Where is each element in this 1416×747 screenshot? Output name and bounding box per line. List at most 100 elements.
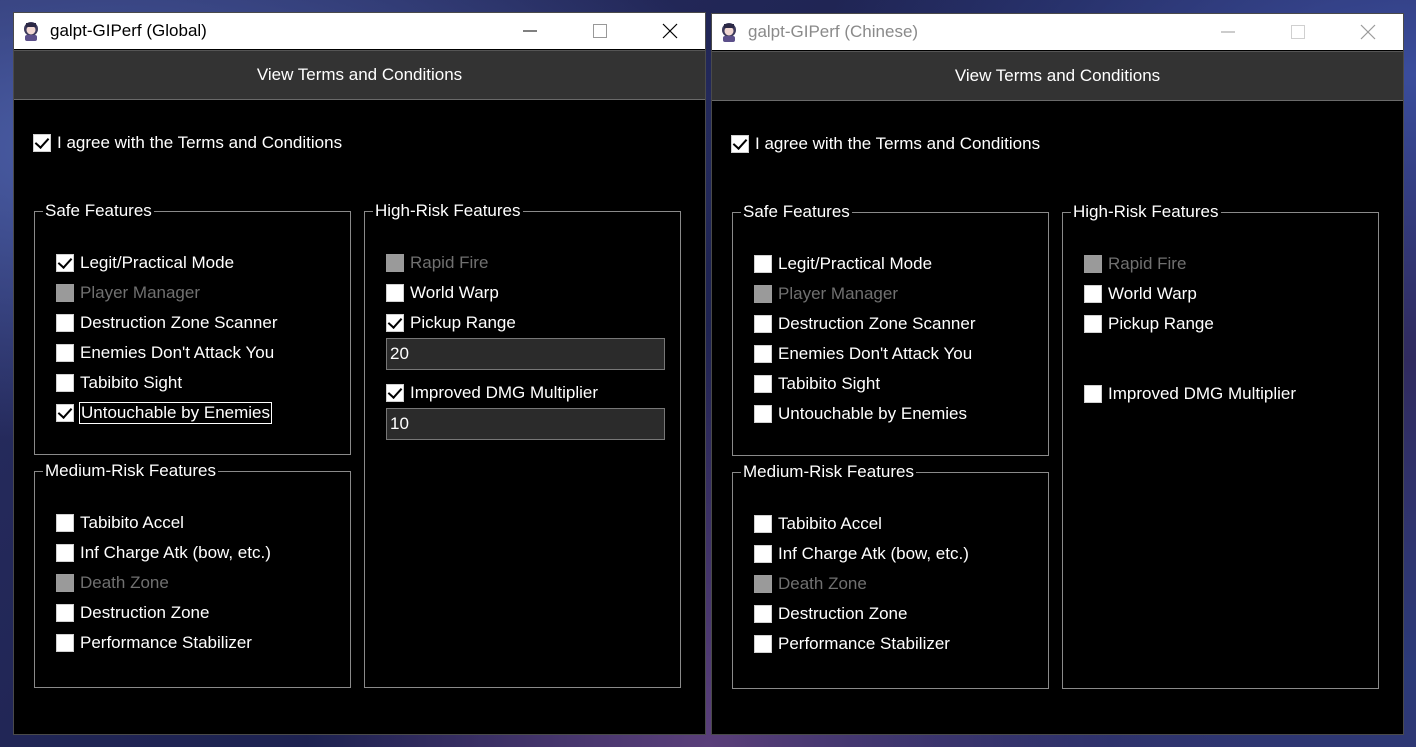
checkbox-box[interactable] [1084,385,1102,403]
checkbox-box[interactable] [56,604,74,622]
checkbox-label: World Warp [410,283,499,302]
untouchable-by-enemies-checkbox[interactable]: Untouchable by Enemies [56,402,273,424]
performance-stabilizer-checkbox[interactable]: Performance Stabilizer [754,633,950,655]
checkbox-box [1084,255,1102,273]
checkbox-box[interactable] [1084,285,1102,303]
checkbox-box[interactable] [56,314,74,332]
tabibito-sight-checkbox[interactable]: Tabibito Sight [754,373,880,395]
checkbox-label: Rapid Fire [1108,254,1187,273]
dmg-multiplier-input[interactable]: 10 [386,408,665,440]
tabibito-accel-checkbox[interactable]: Tabibito Accel [754,513,882,535]
checkbox-label: Performance Stabilizer [80,633,252,652]
view-terms-button[interactable]: View Terms and Conditions [14,50,705,100]
checkbox-label: Performance Stabilizer [778,634,950,653]
inf-charge-atk-checkbox[interactable]: Inf Charge Atk (bow, etc.) [56,542,271,564]
medium-risk-features-group: Medium-Risk Features Tabibito Accel Inf … [34,461,351,688]
checkbox-box[interactable] [754,405,772,423]
agree-terms-label: I agree with the Terms and Conditions [57,133,343,152]
window-title: galpt-GIPerf (Global) [50,21,207,40]
checkbox-box[interactable] [754,345,772,363]
medium-risk-features-title: Medium-Risk Features [43,461,218,481]
agree-terms-checkbox[interactable]: I agree with the Terms and Conditions [731,134,1040,154]
pickup-range-checkbox[interactable]: Pickup Range [386,312,516,334]
checkbox-box[interactable] [386,384,404,402]
checkbox-label: Enemies Don't Attack You [80,343,275,362]
close-button[interactable] [1333,14,1403,50]
checkbox-box[interactable] [754,545,772,563]
window-title: galpt-GIPerf (Chinese) [748,22,919,41]
pickup-range-checkbox[interactable]: Pickup Range [1084,313,1214,335]
checkbox-box[interactable] [754,605,772,623]
high-risk-features-title: High-Risk Features [373,201,523,221]
improved-dmg-multiplier-checkbox[interactable]: Improved DMG Multiplier [386,382,598,404]
checkbox-box[interactable] [386,314,404,332]
checkbox-label: Pickup Range [1108,314,1214,333]
checkbox-label: Player Manager [80,283,201,302]
checkbox-box[interactable] [56,544,74,562]
enemies-dont-attack-checkbox[interactable]: Enemies Don't Attack You [754,343,972,365]
view-terms-button[interactable]: View Terms and Conditions [712,51,1403,101]
agree-terms-box[interactable] [33,134,51,152]
checkbox-label: Inf Charge Atk (bow, etc.) [80,543,271,562]
improved-dmg-multiplier-checkbox[interactable]: Improved DMG Multiplier [1084,383,1296,405]
checkbox-box[interactable] [754,255,772,273]
tabibito-accel-checkbox[interactable]: Tabibito Accel [56,512,184,534]
legit-practical-mode-checkbox[interactable]: Legit/Practical Mode [754,253,932,275]
destruction-zone-scanner-checkbox[interactable]: Destruction Zone Scanner [56,312,278,334]
window-global: galpt-GIPerf (Global) View Terms and Con… [13,12,706,735]
checkbox-box[interactable] [56,374,74,392]
world-warp-checkbox[interactable]: World Warp [386,282,499,304]
checkbox-box[interactable] [56,514,74,532]
high-risk-features-group: High-Risk Features Rapid Fire World Warp… [364,201,681,688]
checkbox-box[interactable] [56,254,74,272]
checkbox-label: Destruction Zone Scanner [778,314,976,333]
checkbox-box[interactable] [56,404,74,422]
destruction-zone-scanner-checkbox[interactable]: Destruction Zone Scanner [754,313,976,335]
world-warp-checkbox[interactable]: World Warp [1084,283,1197,305]
destruction-zone-checkbox[interactable]: Destruction Zone [754,603,907,625]
checkbox-box[interactable] [754,635,772,653]
checkbox-box[interactable] [754,315,772,333]
pickup-range-input[interactable]: 20 [386,338,665,370]
checkbox-box[interactable] [754,515,772,533]
maximize-button[interactable] [1263,14,1333,50]
app-icon [20,20,42,42]
medium-risk-features-group: Medium-Risk Features Tabibito Accel Inf … [732,462,1049,689]
checkbox-label: World Warp [1108,284,1197,303]
checkbox-box[interactable] [1084,315,1102,333]
untouchable-by-enemies-checkbox[interactable]: Untouchable by Enemies [754,403,967,425]
close-button[interactable] [635,13,705,49]
legit-practical-mode-checkbox[interactable]: Legit/Practical Mode [56,252,234,274]
maximize-button[interactable] [565,13,635,49]
rapid-fire-checkbox: Rapid Fire [386,252,488,274]
checkbox-box[interactable] [754,375,772,393]
minimize-button[interactable] [1193,14,1263,50]
checkbox-box [754,575,772,593]
checkbox-label: Improved DMG Multiplier [1108,384,1296,403]
checkbox-label: Tabibito Sight [778,374,881,393]
enemies-dont-attack-checkbox[interactable]: Enemies Don't Attack You [56,342,274,364]
agree-terms-label: I agree with the Terms and Conditions [755,134,1041,153]
title-bar[interactable]: galpt-GIPerf (Global) [14,13,705,49]
checkbox-label: Destruction Zone Scanner [80,313,278,332]
checkbox-box[interactable] [386,284,404,302]
minimize-icon [1221,31,1235,33]
high-risk-features-title: High-Risk Features [1071,202,1221,222]
destruction-zone-checkbox[interactable]: Destruction Zone [56,602,209,624]
agree-terms-checkbox[interactable]: I agree with the Terms and Conditions [33,133,342,153]
safe-features-title: Safe Features [43,201,154,221]
checkbox-label: Death Zone [80,573,169,592]
tabibito-sight-checkbox[interactable]: Tabibito Sight [56,372,182,394]
checkbox-label: Destruction Zone [80,603,210,622]
death-zone-checkbox: Death Zone [56,572,169,594]
app-icon [718,21,740,43]
safe-features-title: Safe Features [741,202,852,222]
title-bar[interactable]: galpt-GIPerf (Chinese) [712,14,1403,50]
minimize-button[interactable] [495,13,565,49]
performance-stabilizer-checkbox[interactable]: Performance Stabilizer [56,632,252,654]
close-icon [662,23,678,39]
checkbox-box[interactable] [56,634,74,652]
agree-terms-box[interactable] [731,135,749,153]
inf-charge-atk-checkbox[interactable]: Inf Charge Atk (bow, etc.) [754,543,969,565]
checkbox-box[interactable] [56,344,74,362]
